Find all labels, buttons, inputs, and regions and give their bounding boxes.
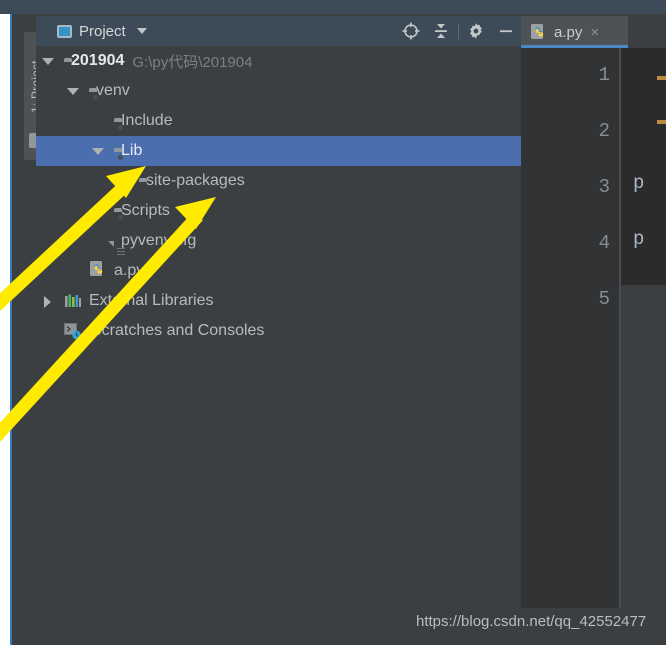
chevron-down-icon[interactable]: [42, 56, 54, 67]
chevron-right-icon[interactable]: [42, 295, 53, 308]
editor-gutter: 1 2 3 4 5: [521, 48, 620, 608]
scratches-icon: [64, 322, 84, 340]
tree-row-lib[interactable]: Lib: [36, 136, 521, 166]
external-libraries-icon: [64, 294, 82, 309]
twisty-placeholder: [117, 176, 128, 187]
editor-empty-area: [621, 285, 666, 608]
project-tree: 201904 G:\py代码\201904 venv Include Lib site-p…: [36, 46, 521, 346]
line-number: 5: [598, 288, 610, 310]
editor-tab-bar: a.py ×: [521, 16, 666, 48]
tree-row-label: Include: [121, 112, 173, 129]
window-left-margin: [0, 14, 10, 645]
hide-icon[interactable]: [491, 16, 521, 46]
tree-row-label: venv: [96, 82, 130, 99]
locate-icon[interactable]: [396, 16, 426, 46]
editor-tab-label: a.py: [554, 23, 583, 41]
line-number: 2: [598, 120, 610, 142]
editor-code-area[interactable]: pp: [621, 48, 666, 285]
tree-row-site-packages[interactable]: site-packages: [36, 166, 521, 196]
tree-row-pyvenv-cfg[interactable]: pyvenv.cfg: [36, 226, 521, 256]
settings-gear-icon[interactable]: [461, 16, 491, 46]
collapse-all-icon[interactable]: [426, 16, 456, 46]
twisty-placeholder: [42, 326, 53, 337]
tree-row-label: 201904: [71, 52, 125, 69]
line-number: 1: [598, 64, 610, 86]
tree-row-label: Lib: [121, 142, 143, 159]
twisty-placeholder: [92, 236, 103, 247]
pycharm-window: 1: Project Project: [0, 0, 666, 645]
tool-window-bar-left: 1: Project: [12, 14, 48, 645]
tree-row-scripts[interactable]: Scripts: [36, 196, 521, 226]
watermark-text: https://blog.csdn.net/qq_42552477: [416, 613, 647, 630]
code-fragment-marker: [657, 76, 666, 80]
twisty-placeholder: [92, 116, 103, 127]
line-number: 3: [598, 176, 610, 198]
chevron-down-icon[interactable]: [92, 146, 104, 157]
tree-row-201904[interactable]: 201904 G:\py代码\201904: [36, 46, 521, 76]
chevron-down-icon[interactable]: [136, 28, 147, 34]
project-panel-header: Project: [36, 16, 521, 46]
tree-row-include[interactable]: Include: [36, 106, 521, 136]
menu-bar-strip: [0, 0, 666, 14]
project-panel-title: Project: [79, 22, 126, 40]
python-file-icon: [89, 260, 107, 283]
tree-row-label: External Libraries: [89, 292, 214, 309]
project-panel-title-group[interactable]: Project: [57, 23, 147, 40]
code-fragment: p: [633, 172, 645, 194]
tree-row-label: Scratches and Consoles: [91, 322, 265, 339]
twisty-placeholder: [67, 266, 78, 277]
tree-row-a-py[interactable]: a.py: [36, 256, 521, 286]
tree-row-label: Scripts: [121, 202, 170, 219]
tree-row-scratches-and-consoles[interactable]: Scratches and Consoles: [36, 316, 521, 346]
python-file-icon: [531, 24, 544, 39]
twisty-placeholder: [92, 206, 103, 217]
tree-row-external-libraries[interactable]: External Libraries: [36, 286, 521, 316]
tree-row-label: pyvenv.cfg: [121, 232, 197, 249]
line-number: 4: [598, 232, 610, 254]
project-panel-actions: [396, 16, 521, 46]
tree-row-venv[interactable]: venv: [36, 76, 521, 106]
editor-tab-a-py[interactable]: a.py ×: [521, 16, 628, 48]
editor-tab-bar-filler: [655, 16, 666, 48]
close-icon[interactable]: ×: [590, 24, 599, 41]
chevron-down-icon[interactable]: [67, 86, 79, 97]
code-fragment-marker: [657, 120, 666, 124]
tree-row-label: site-packages: [146, 172, 245, 189]
tree-row-label: a.py: [114, 262, 145, 279]
project-view-icon: [57, 24, 72, 38]
code-fragment: p: [633, 228, 645, 250]
tree-row-path: G:\py代码\201904: [132, 53, 253, 71]
toolbar-separator: [458, 23, 459, 39]
